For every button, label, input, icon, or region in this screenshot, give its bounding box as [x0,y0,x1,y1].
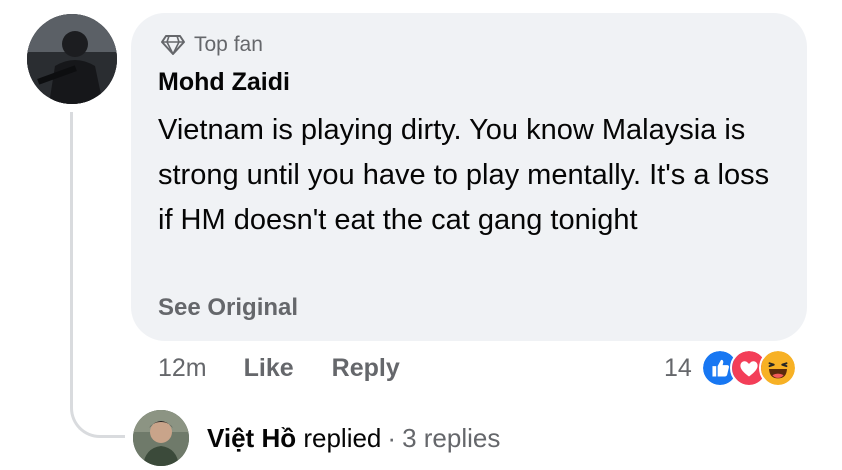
reply-count: 3 replies [402,423,501,453]
reaction-count: 14 [664,353,692,382]
separator-dot: · [387,423,397,453]
comment-thread: Top fan Mohd Zaidi Vietnam is playing di… [0,0,842,470]
badge-label: Top fan [194,33,263,56]
like-button[interactable]: Like [244,354,294,383]
replier-name: Việt Hồ [207,423,297,453]
haha-reaction-icon [758,349,797,387]
reaction-summary[interactable]: 14 [664,349,797,387]
reply-button[interactable]: Reply [332,354,400,383]
top-fan-badge[interactable]: Top fan [160,33,263,57]
comment-actions: 12m Like Reply [158,354,400,383]
replied-label: replied [303,423,382,453]
thread-connector [70,380,125,438]
comment-author[interactable]: Mohd Zaidi [158,68,290,97]
view-replies-link[interactable]: Việt Hồ replied · 3 replies [207,423,500,454]
thread-line [70,112,73,402]
see-original-link[interactable]: See Original [158,294,298,322]
comment-text: Vietnam is playing dirty. You know Malay… [158,114,770,236]
comment-timestamp[interactable]: 12m [158,354,207,383]
diamond-icon [160,34,186,56]
commenter-avatar[interactable] [27,14,117,104]
replier-avatar[interactable] [133,410,189,466]
